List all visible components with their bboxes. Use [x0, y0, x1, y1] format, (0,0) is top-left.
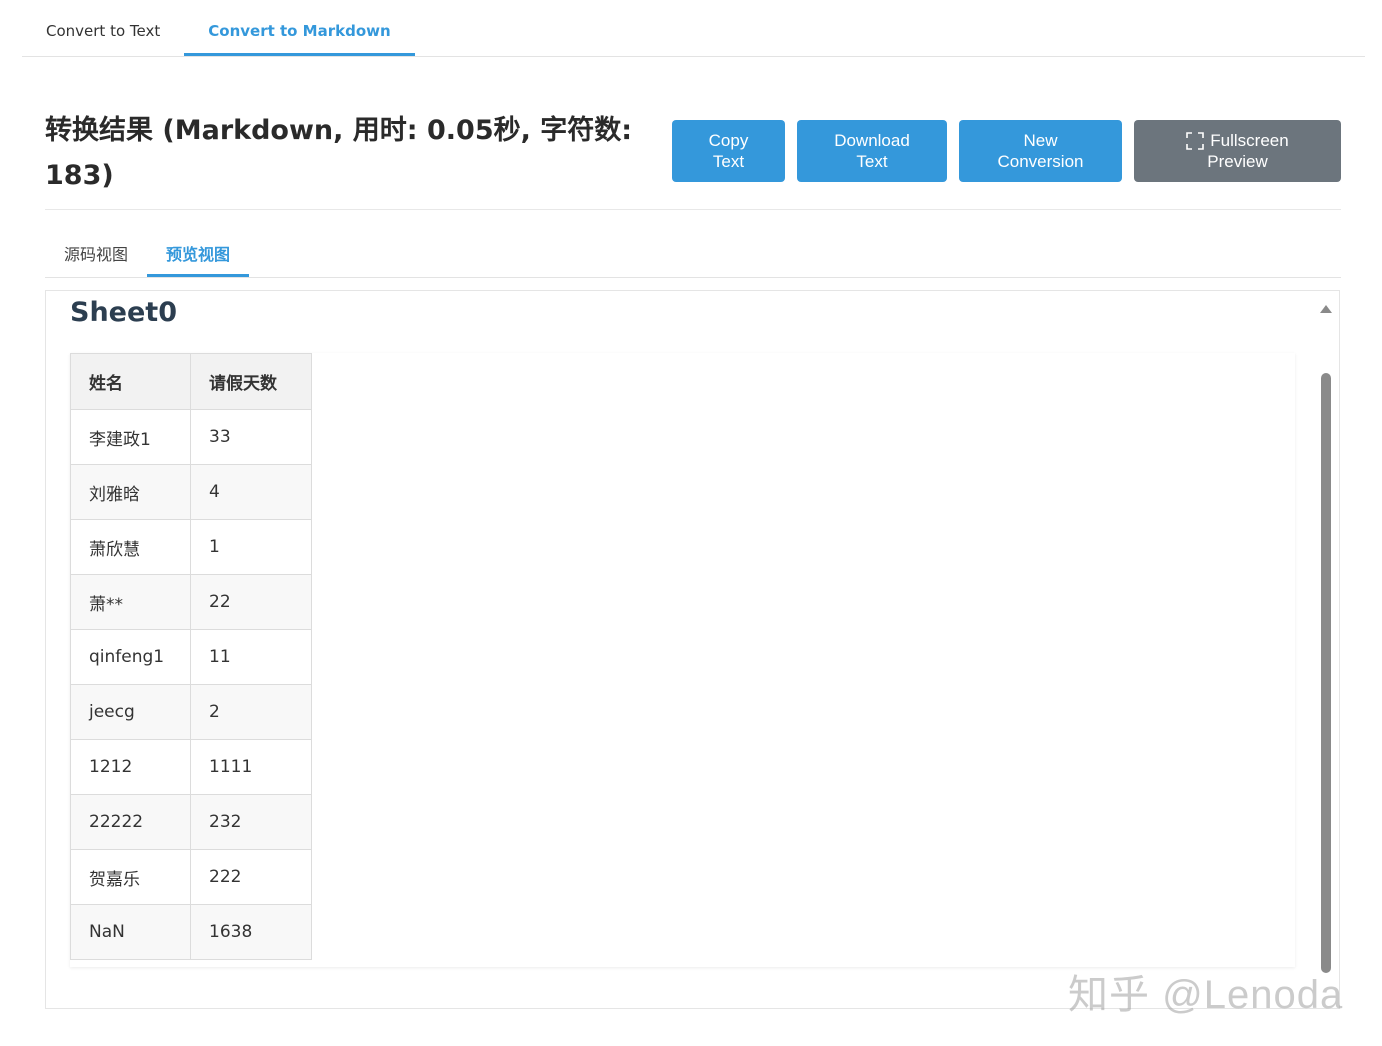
- table-cell: 1111: [190, 739, 312, 795]
- table-container: 姓名 请假天数 李建政1 33 刘雅晗 4 萧欣慧 1 萧** 22 qinfeng1 1…: [70, 353, 1295, 967]
- table-row: 刘雅晗 4: [70, 464, 312, 520]
- table-row: 李建政1 33: [70, 409, 312, 465]
- table-row: NaN 1638: [70, 904, 312, 960]
- table-cell: 222: [190, 849, 312, 905]
- copy-text-label-1: Copy: [708, 131, 749, 150]
- table-header-row: 姓名 请假天数: [70, 353, 312, 410]
- table-row: 贺嘉乐 222: [70, 849, 312, 905]
- table-cell: jeecg: [70, 684, 191, 740]
- table-cell: 李建政1: [70, 409, 191, 465]
- download-text-label-2: Text: [856, 152, 888, 171]
- table-row: qinfeng1 11: [70, 629, 312, 685]
- table-cell: 刘雅晗: [70, 464, 191, 520]
- tab-convert-to-markdown[interactable]: Convert to Markdown: [184, 0, 415, 56]
- table-cell: NaN: [70, 904, 191, 960]
- new-conversion-label-2: Conversion: [997, 152, 1084, 171]
- data-table: 姓名 请假天数 李建政1 33 刘雅晗 4 萧欣慧 1 萧** 22 qinfeng1 1…: [70, 353, 312, 960]
- view-tabs: 源码视图 预览视图: [45, 232, 1341, 278]
- table-cell: 萧欣慧: [70, 519, 191, 575]
- header-divider: [45, 209, 1341, 210]
- table-cell: 11: [190, 629, 312, 685]
- scroll-up-arrow-icon[interactable]: [1319, 301, 1333, 315]
- table-cell: qinfeng1: [70, 629, 191, 685]
- table-cell: 22222: [70, 794, 191, 850]
- table-cell: 4: [190, 464, 312, 520]
- mode-tabs: Convert to Text Convert to Markdown: [22, 0, 1365, 57]
- tab-source-view[interactable]: 源码视图: [45, 232, 147, 277]
- table-cell: 2: [190, 684, 312, 740]
- download-text-button[interactable]: Download Text: [797, 120, 947, 182]
- tab-convert-to-text[interactable]: Convert to Text: [22, 0, 184, 56]
- table-row: 萧欣慧 1: [70, 519, 312, 575]
- table-cell: 1: [190, 519, 312, 575]
- header-cell-leave-days: 请假天数: [190, 353, 312, 410]
- vertical-scrollbar[interactable]: [1319, 301, 1333, 1001]
- table-cell: 1638: [190, 904, 312, 960]
- fullscreen-label-2: Preview: [1207, 152, 1268, 171]
- preview-panel[interactable]: Sheet0 姓名 请假天数 李建政1 33 刘雅晗 4 萧欣慧 1 萧** 22 qi…: [45, 290, 1340, 1009]
- table-row: jeecg 2: [70, 684, 312, 740]
- tab-preview-view[interactable]: 预览视图: [147, 232, 250, 277]
- copy-text-button[interactable]: Copy Text: [672, 120, 785, 182]
- fullscreen-line-1: Fullscreen: [1146, 130, 1329, 151]
- fullscreen-preview-button[interactable]: Fullscreen Preview: [1134, 120, 1341, 182]
- table-cell: 232: [190, 794, 312, 850]
- table-row: 1212 1111: [70, 739, 312, 795]
- fullscreen-label-1: Fullscreen: [1210, 131, 1289, 150]
- table-cell: 萧**: [70, 574, 191, 630]
- table-cell: 贺嘉乐: [70, 849, 191, 905]
- copy-text-label-2: Text: [712, 152, 745, 171]
- table-row: 萧** 22: [70, 574, 312, 630]
- fullscreen-icon: [1186, 131, 1205, 150]
- table-cell: 22: [190, 574, 312, 630]
- header-cell-name: 姓名: [70, 353, 191, 410]
- result-title: 转换结果 (Markdown, 用时: 0.05秒, 字符数: 183): [45, 115, 633, 191]
- table-row: 22222 232: [70, 794, 312, 850]
- table-cell: 1212: [70, 739, 191, 795]
- new-conversion-button[interactable]: New Conversion: [959, 120, 1122, 182]
- sheet-title: Sheet0: [70, 297, 177, 328]
- table-cell: 33: [190, 409, 312, 465]
- download-text-label-1: Download: [834, 131, 910, 150]
- scrollbar-thumb[interactable]: [1321, 373, 1331, 973]
- watermark: 知乎 @Lenoda: [1068, 973, 1344, 1017]
- new-conversion-label-1: New: [1023, 131, 1058, 150]
